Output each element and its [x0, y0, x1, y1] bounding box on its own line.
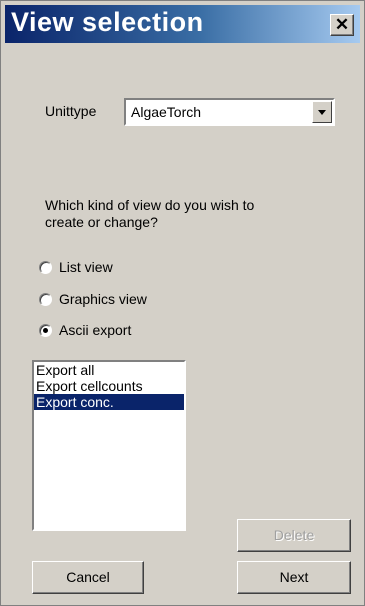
- radio-label: List view: [59, 259, 113, 275]
- radio-button-icon[interactable]: [39, 261, 52, 274]
- list-item-selected[interactable]: Export conc.: [34, 394, 184, 410]
- chevron-down-icon[interactable]: [312, 101, 332, 123]
- close-icon: ✕: [334, 15, 350, 34]
- unittype-value: AlgaeTorch: [131, 104, 202, 120]
- radio-button-icon[interactable]: [39, 293, 52, 306]
- title-bar: View selection ✕: [5, 5, 360, 43]
- radio-label: Ascii export: [59, 322, 132, 338]
- list-item[interactable]: Export cellcounts: [34, 378, 184, 394]
- close-button[interactable]: ✕: [330, 14, 354, 36]
- question-line-2: create or change?: [45, 214, 158, 230]
- radio-button-checked-icon[interactable]: [39, 324, 52, 337]
- export-listbox[interactable]: Export all Export cellcounts Export conc…: [32, 360, 186, 531]
- radio-label: Graphics view: [59, 291, 147, 307]
- next-button[interactable]: Next: [237, 561, 351, 594]
- list-item[interactable]: Export all: [34, 362, 184, 378]
- delete-button[interactable]: Delete: [237, 519, 351, 552]
- question-line-1: Which kind of view do you wish to: [45, 197, 255, 213]
- unittype-label: Unittype: [45, 103, 97, 119]
- view-selection-dialog: View selection ✕ Unittype AlgaeTorch Whi…: [0, 0, 365, 606]
- cancel-button[interactable]: Cancel: [32, 561, 144, 594]
- dialog-title: View selection: [11, 7, 204, 37]
- unittype-dropdown[interactable]: AlgaeTorch: [124, 98, 335, 126]
